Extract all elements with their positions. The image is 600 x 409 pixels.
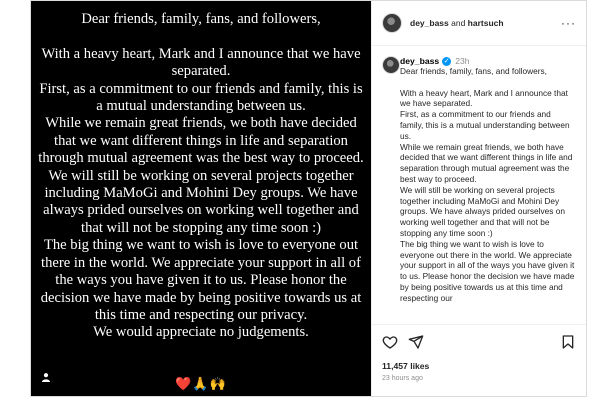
post-image-text: Dear friends, family, fans, and follower… — [38, 11, 364, 341]
post-image-emoji: ❤️🙏🙌 — [175, 376, 227, 391]
instagram-post: Dear friends, family, fans, and follower… — [30, 0, 587, 397]
author-link[interactable]: dey_bass — [410, 18, 449, 28]
caption-time[interactable]: 23h — [455, 56, 469, 66]
caption-text: Dear friends, family, fans, and follower… — [400, 66, 575, 303]
coauthor-link[interactable]: hartsuch — [468, 18, 504, 28]
likes-count[interactable]: 11,457 likes — [382, 361, 576, 371]
share-icon[interactable] — [408, 334, 424, 350]
caption: dey_bass ✓ 23h Dear friends, family, fan… — [372, 46, 586, 324]
author-joiner: and — [448, 18, 468, 28]
post-actions: 11,457 likes 23 hours ago — [372, 324, 586, 396]
collab-authors: dey_bass and hartsuch — [410, 18, 561, 28]
post-header: dey_bass and hartsuch ··· — [372, 1, 586, 46]
bookmark-icon[interactable] — [560, 334, 576, 350]
avatar[interactable] — [382, 13, 402, 33]
post-sidebar: dey_bass and hartsuch ··· dey_bass ✓ 23h… — [371, 1, 586, 396]
post-age[interactable]: 23 hours ago — [382, 375, 576, 382]
post-image[interactable]: Dear friends, family, fans, and follower… — [31, 1, 371, 396]
verified-icon: ✓ — [442, 56, 452, 66]
caption-username[interactable]: dey_bass — [400, 56, 439, 66]
caption-avatar[interactable] — [382, 56, 400, 74]
more-icon[interactable]: ··· — [561, 16, 576, 30]
heart-icon[interactable] — [382, 334, 398, 350]
